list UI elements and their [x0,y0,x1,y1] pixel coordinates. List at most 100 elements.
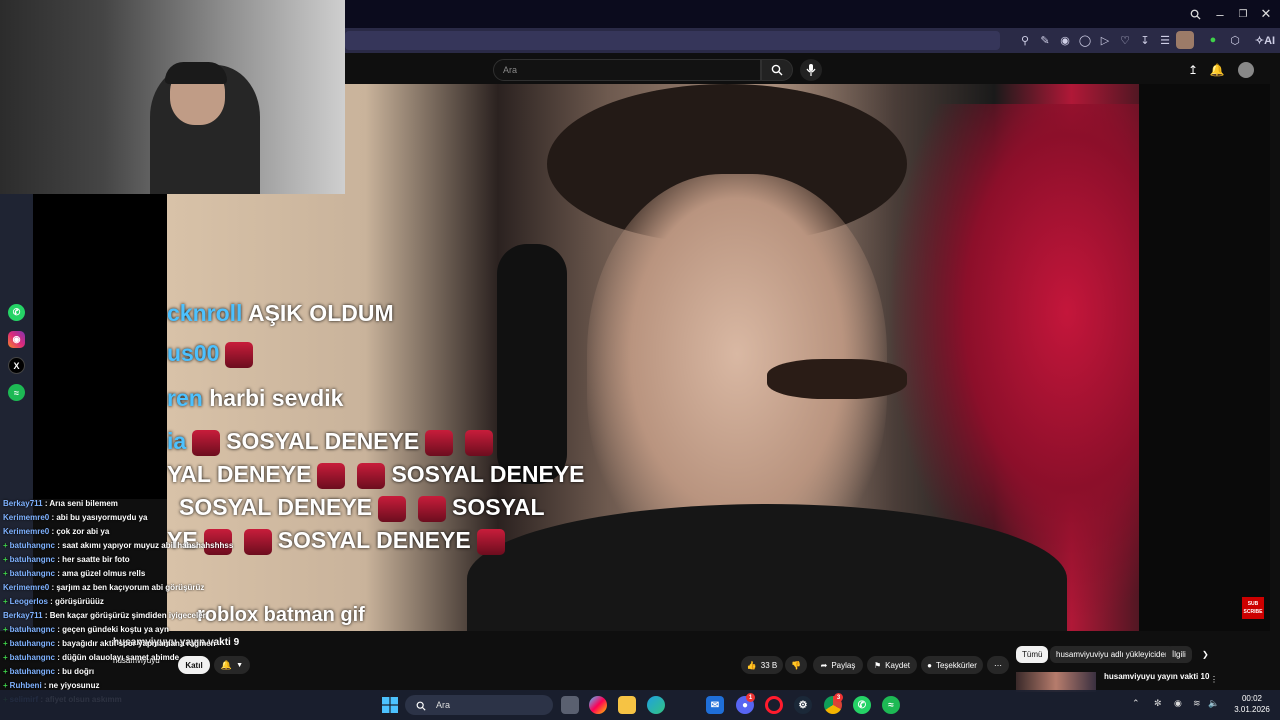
shield-icon[interactable]: ◯ [1078,33,1092,47]
opera-icon[interactable] [765,696,783,714]
x-icon: X [8,357,25,374]
chat-message: Berkay711 : Arıa seni bilemem [3,499,118,508]
chat-username: batuhangnc [9,653,56,662]
chat-badge-icon: + [3,569,8,578]
stream-overlay-panel [33,194,167,499]
chat-text: bayağıdır aktif spor yapmamana rağmen [62,639,216,648]
video-frame-right-edge [1139,84,1270,631]
recommended-thumbnail[interactable] [1016,672,1096,692]
wifi-icon[interactable]: ≋ [1193,698,1201,709]
menu-icon[interactable]: ☰ [1158,33,1172,47]
emote-icon [425,429,454,456]
search-icon [771,64,783,76]
recommended-title[interactable]: husamviyuyu yayın vakti 10 [1104,672,1209,681]
webcam-cap [165,62,227,84]
chat-message: + Leogerlos : görüşürüüüz [0,595,250,609]
voice-search-button[interactable] [800,59,822,81]
account-avatar[interactable] [1238,62,1254,78]
file-explorer-icon[interactable] [618,696,636,714]
search-button[interactable] [761,59,793,81]
volume-icon[interactable]: 🔈 [1208,698,1219,709]
chat-text: Arıa seni bilemem [49,499,118,508]
windows-taskbar [0,690,1280,720]
windows-start-icon[interactable] [381,696,399,714]
chat-text: geçen gündeki koştu ya ayn [62,625,169,634]
taskbar-clock[interactable]: 00:02 3.01.2026 [1230,693,1274,715]
overlay-chat: Berkay711 : Arıa seni bilemem Kerimemre0 … [0,497,250,707]
minimize-icon[interactable]: – [1209,4,1231,24]
mail-icon[interactable]: ✉ [706,696,724,714]
edge-icon[interactable] [647,696,665,714]
vpn-icon[interactable]: ● [1206,33,1220,47]
notifications-icon[interactable]: 🔔 [1209,62,1225,78]
chat-message: Kerimemre0 : şarjım az ben kaçıyorum abi… [3,583,205,592]
emote-icon [465,429,494,456]
chat-text: görüşürüüüz [55,597,104,606]
heart-icon[interactable]: ♡ [1118,33,1132,47]
chat-text: Ben kaçar görüşürüz şimdiden iyigeceler [49,611,206,620]
emote-icon [418,495,447,522]
chat-text: abi bu yasıyormuydu ya [56,513,148,522]
edit-icon[interactable]: ✎ [1038,33,1052,47]
upload-icon[interactable]: ↥ [1185,62,1201,78]
restore-icon[interactable]: ❐ [1232,4,1254,24]
task-view-icon[interactable] [561,696,579,714]
save-button[interactable]: ⚑ Kaydet [867,656,917,674]
chat-badge-icon: + [3,653,8,662]
chat-username: Leogerlos [9,597,48,606]
chat-text: ama güzel olmus rells [62,569,146,578]
microphone-icon [806,64,816,76]
zoom-icon[interactable]: ⚲ [1018,33,1032,47]
chips-next-arrow[interactable]: ❯ [1196,646,1215,663]
clock-time: 00:02 [1241,694,1263,703]
extensions-icon[interactable]: ⬡ [1228,33,1242,47]
share-icon: ➦ [820,660,828,670]
more-options-button[interactable]: ⋯ [987,656,1009,674]
chip-related[interactable]: İlgili [1166,646,1192,663]
tray-chevron-icon[interactable]: ⌃ [1132,698,1140,709]
chat-badge-icon: + [3,597,8,606]
profile-avatar[interactable] [1176,31,1194,49]
ellipsis-icon: ⋯ [994,660,1002,670]
like-button[interactable]: 👍 33 B [741,656,783,674]
dislike-button[interactable]: 👎 [785,656,807,674]
address-bar[interactable] [345,31,1000,50]
location-icon[interactable]: ◉ [1174,698,1182,709]
emote-icon [317,462,346,489]
copilot-icon[interactable] [589,696,607,714]
chip-all[interactable]: Tümü [1016,646,1049,663]
close-icon[interactable]: ✕ [1255,4,1277,24]
chat-message: + batuhangnc : geçen gündeki koştu ya ayn [0,623,250,637]
download-icon[interactable]: ↧ [1138,33,1152,47]
chrome-badge: 3 [834,693,843,702]
search-input[interactable]: Ara [493,59,761,81]
ai-button[interactable]: ✧AI [1252,33,1278,47]
chip-from-uploader[interactable]: husamviyuviyu adlı yükleyiciden [1050,646,1176,663]
emote-icon [476,528,505,555]
video-chat-line: ia SOSYAL DENEYE [167,428,499,456]
chat-text: düğün olauolayı samet abimde [62,653,180,662]
steam-icon[interactable]: ⚙ [794,696,812,714]
camera-icon[interactable]: ◉ [1058,33,1072,47]
chat-message: Kerimemre0 : abi bu yasıyormuydu ya [3,513,148,522]
thanks-button[interactable]: ● Teşekkürler [921,656,983,674]
chat-username: Kerimemre0 [3,513,50,522]
chat-text: ne yiyosunuz [48,681,100,690]
play-icon[interactable]: ▷ [1098,33,1112,47]
subscribe-watermark[interactable]: SUB SCRIBE [1242,597,1264,619]
whatsapp-taskbar-icon[interactable]: ✆ [853,696,871,714]
search-icon[interactable] [1184,4,1206,24]
chat-message: + batuhangnc : saat akımı yapıyor muyuz a… [0,539,250,553]
chat-username: Berkay711 [3,611,43,620]
chat-message: + batuhangnc : bayağıdır aktif spor yapma… [0,637,250,651]
spotify-taskbar-icon[interactable]: ≈ [882,696,900,714]
share-button[interactable]: ➦ Paylaş [813,656,863,674]
video-frame-headset [497,244,567,484]
video-chat-line: ren harbi sevdik [167,385,344,411]
chat-badge-icon: + [3,625,8,634]
recommended-more-icon[interactable]: ⋮ [1204,671,1224,688]
emote-icon [357,462,386,489]
chat-username: batuhangnc [9,639,56,648]
network-icon[interactable]: ✼ [1154,698,1162,709]
chat-message: Kerimemre0 : çok zor abi ya [3,527,110,536]
